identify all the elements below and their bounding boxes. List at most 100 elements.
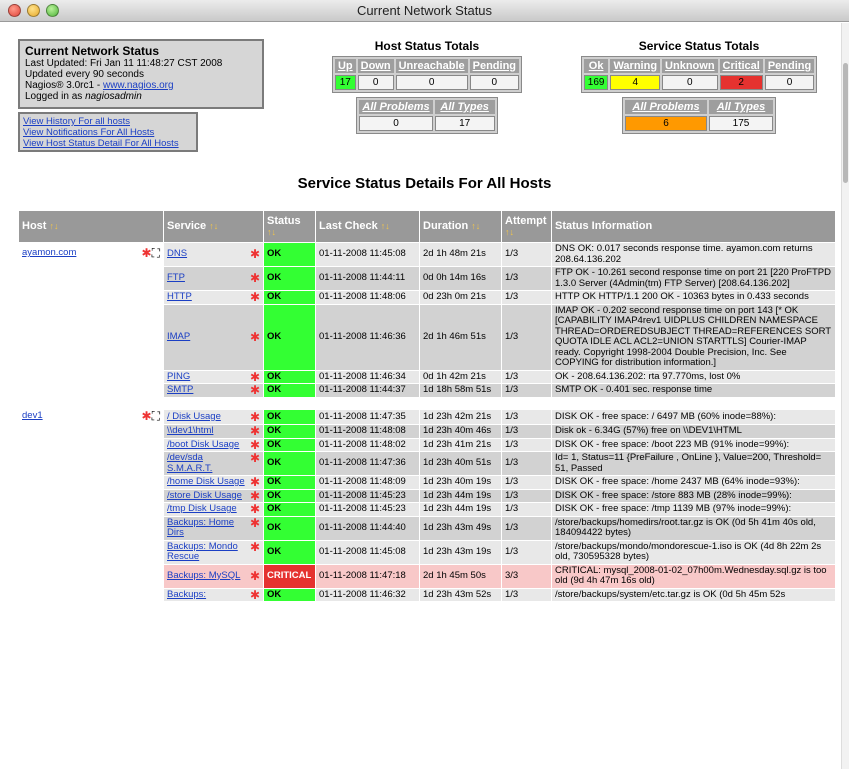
service-link[interactable]: Backups:	[167, 589, 206, 600]
service-unknown-header[interactable]: Unknown	[662, 59, 718, 73]
service-ok-header[interactable]: Ok	[583, 59, 609, 73]
service-notes-icon[interactable]: ✱	[250, 476, 260, 487]
table-row: ✱ SMTP OK 01-11-2008 11:44:37 1d 18h 58m 51s…	[18, 383, 836, 398]
service-link[interactable]: /boot Disk Usage	[167, 439, 239, 450]
service-notes-icon[interactable]: ✱	[250, 439, 260, 450]
host-pending-header[interactable]: Pending	[469, 59, 520, 73]
last-check-cell: 01-11-2008 11:45:23	[315, 488, 420, 503]
service-cell: ✱ Backups: Home Dirs	[163, 515, 264, 541]
service-link[interactable]: /store Disk Usage	[167, 490, 242, 501]
service-link[interactable]: HTTP	[167, 291, 192, 302]
service-notes-icon[interactable]: ✱	[250, 517, 260, 528]
sort-arrows-icon[interactable]: ↑↓	[471, 221, 480, 231]
host-cell	[18, 424, 164, 439]
table-row: ✱ FTP OK 01-11-2008 11:44:11 0d 0h 14m 16s 1/…	[18, 266, 836, 291]
sort-arrows-icon[interactable]: ↑↓	[267, 227, 276, 237]
host-up-header[interactable]: Up	[334, 59, 356, 73]
service-all-types-header[interactable]: All Types	[709, 100, 773, 114]
status-info-header-label: Status Information	[555, 220, 653, 233]
service-notes-icon[interactable]: ✱	[250, 452, 260, 463]
last-check-cell: 01-11-2008 11:47:18	[315, 563, 420, 589]
service-pending-header[interactable]: Pending	[764, 59, 815, 73]
page-title: Service Status Details For All Hosts	[297, 175, 552, 192]
duration-column-header[interactable]: Duration ↑↓	[419, 210, 502, 243]
status-info-cell: Disk ok - 6.34G (57%) free on \\DEV1\HTM…	[551, 424, 836, 439]
service-link[interactable]: /home Disk Usage	[167, 476, 245, 487]
service-notes-icon[interactable]: ✱	[250, 570, 260, 581]
last-check-cell: 01-11-2008 11:47:35	[315, 408, 420, 425]
service-link[interactable]: SMTP	[167, 384, 193, 395]
duration-cell: 0d 1h 42m 21s	[419, 369, 502, 384]
service-notes-icon[interactable]: ✱	[250, 490, 260, 501]
attempt-column-header[interactable]: Attempt ↑↓	[501, 210, 552, 243]
last-check-column-header[interactable]: Last Check ↑↓	[315, 210, 420, 243]
service-all-problems-header[interactable]: All Problems	[625, 100, 707, 114]
host-link[interactable]: dev1	[22, 410, 43, 421]
host-cell: ayamon.com ✱⛶	[18, 242, 164, 267]
view-history-link[interactable]: View History For all hosts	[23, 116, 193, 127]
host-down-header[interactable]: Down	[357, 59, 394, 73]
service-notes-icon[interactable]: ✱	[250, 384, 260, 395]
host-column-header[interactable]: Host ↑↓	[18, 210, 164, 243]
attempt-cell: 1/3	[501, 515, 552, 541]
host-notes-icon[interactable]: ✱	[142, 409, 152, 423]
service-link[interactable]: /tmp Disk Usage	[167, 503, 237, 514]
host-unreachable-header[interactable]: Unreachable	[395, 59, 468, 73]
sort-arrows-icon[interactable]: ↑↓	[505, 227, 514, 237]
status-info-cell: Id= 1, Status=11 {PreFailure , OnLine },…	[551, 451, 836, 476]
service-link[interactable]: PING	[167, 371, 190, 382]
service-link[interactable]: /dev/sda S.M.A.R.T.	[167, 452, 212, 474]
host-all-problems-count: 0	[359, 116, 433, 131]
service-notes-icon[interactable]: ✱	[250, 331, 260, 342]
service-link[interactable]: IMAP	[167, 331, 190, 342]
host-totals-table: Up Down Unreachable Pending 17 0 0 0	[331, 56, 523, 93]
host-all-problems-header[interactable]: All Problems	[359, 100, 433, 114]
service-link[interactable]: FTP	[167, 272, 185, 284]
service-critical-count: 2	[719, 75, 763, 90]
service-notes-icon[interactable]: ✱	[250, 371, 260, 382]
service-notes-icon[interactable]: ✱	[250, 541, 260, 552]
sort-arrows-icon[interactable]: ↑↓	[209, 221, 218, 231]
service-notes-icon[interactable]: ✱	[250, 411, 260, 422]
status-column-header[interactable]: Status ↑↓	[263, 210, 316, 243]
nagios-link[interactable]: www.nagios.org	[103, 80, 174, 91]
host-all-types-header[interactable]: All Types	[434, 100, 495, 114]
service-notes-icon[interactable]: ✱	[250, 503, 260, 514]
duration-cell: 1d 23h 43m 19s	[419, 539, 502, 565]
service-link[interactable]: Backups: MySQL	[167, 570, 240, 581]
service-link[interactable]: / Disk Usage	[167, 411, 221, 422]
service-totals-title: Service Status Totals	[638, 39, 760, 53]
host-notes-icon[interactable]: ✱	[142, 246, 152, 260]
service-notes-icon[interactable]: ✱	[250, 249, 260, 260]
host-extinfo-icon[interactable]: ⛶	[152, 409, 160, 423]
service-notes-icon[interactable]: ✱	[250, 425, 260, 436]
status-badge: OK	[263, 408, 316, 425]
service-link[interactable]: DNS	[167, 248, 187, 260]
service-notes-icon[interactable]: ✱	[250, 273, 260, 284]
host-extinfo-icon[interactable]: ⛶	[152, 246, 160, 260]
view-notifications-link[interactable]: View Notifications For All Hosts	[23, 127, 193, 138]
service-notes-icon[interactable]: ✱	[250, 291, 260, 302]
status-badge: CRITICAL	[263, 563, 316, 589]
sort-arrows-icon[interactable]: ↑↓	[381, 221, 390, 231]
service-column-header[interactable]: Service ↑↓	[163, 210, 264, 243]
service-all-types-count: 175	[709, 116, 773, 131]
logged-in-text: Logged in as	[25, 91, 86, 102]
last-check-cell: 01-11-2008 11:44:11	[315, 266, 420, 291]
service-warning-header[interactable]: Warning	[610, 59, 661, 73]
table-row: ayamon.com ✱⛶ ✱ DNS OK 01-11-2008 11:45:08 2d …	[18, 242, 836, 267]
service-critical-header[interactable]: Critical	[719, 59, 763, 73]
vertical-scrollbar[interactable]	[841, 23, 849, 769]
service-link[interactable]: Backups: Mondo Rescue	[167, 541, 238, 563]
host-link[interactable]: ayamon.com	[22, 247, 76, 259]
scrollbar-thumb[interactable]	[843, 63, 848, 183]
table-row: ✱ Backups: OK 01-11-2008 11:46:32 1d 23h 43m…	[18, 587, 836, 602]
status-badge: OK	[263, 539, 316, 565]
service-link[interactable]: \\dev1\html	[167, 425, 213, 436]
service-notes-icon[interactable]: ✱	[250, 589, 260, 600]
service-link[interactable]: Backups: Home Dirs	[167, 517, 234, 539]
service-cell: ✱ FTP	[163, 266, 264, 291]
sort-arrows-icon[interactable]: ↑↓	[50, 221, 59, 231]
view-host-detail-link[interactable]: View Host Status Detail For All Hosts	[23, 138, 193, 149]
duration-header-label: Duration	[423, 220, 469, 233]
